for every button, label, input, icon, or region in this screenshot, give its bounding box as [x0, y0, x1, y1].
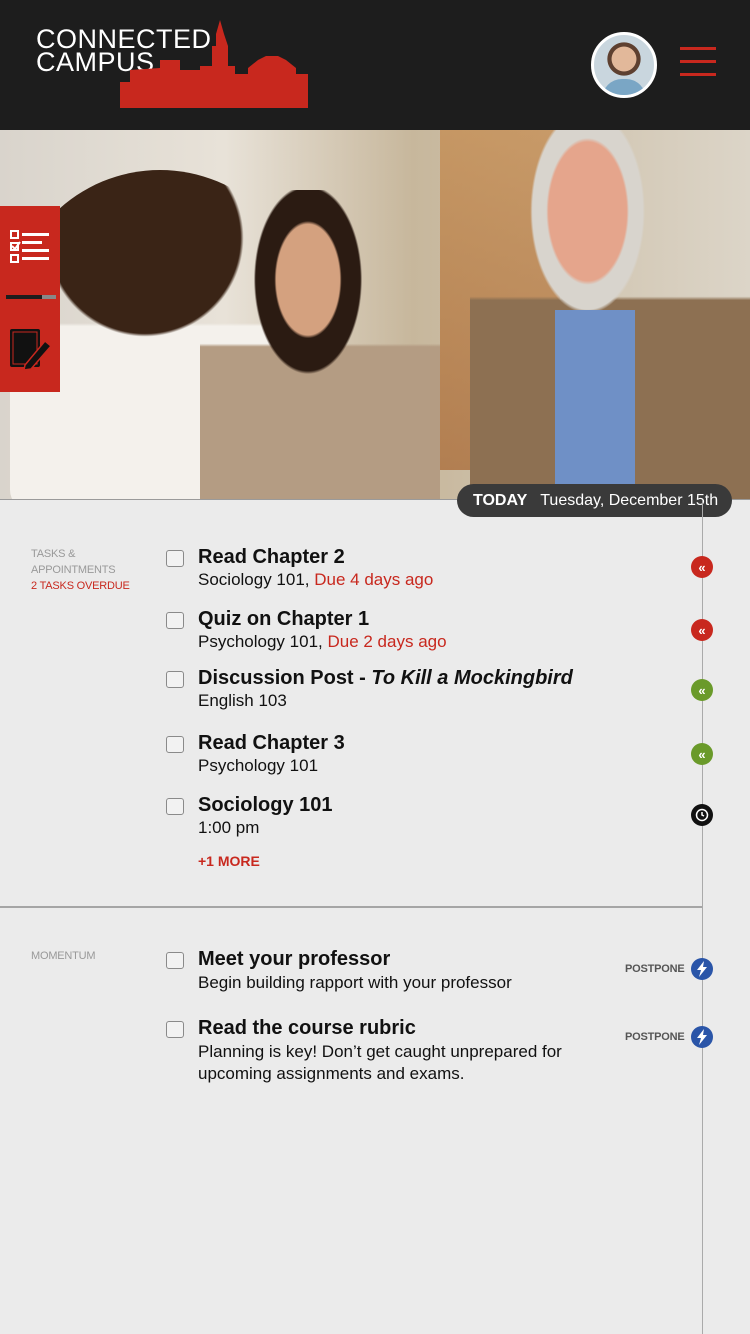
momentum-desc: Begin building rapport with your profess… — [198, 973, 512, 992]
date-pill: TODAY Tuesday, December 15th — [457, 484, 732, 517]
checklist-icon — [10, 230, 49, 263]
momentum-desc: Planning is key! Don’t get caught unprep… — [198, 1042, 562, 1083]
lightning-icon[interactable] — [691, 1026, 713, 1048]
task-checkbox[interactable] — [166, 671, 184, 688]
due-label: Due 4 days ago — [314, 570, 434, 589]
momentum-title[interactable]: Read the course rubric — [198, 1017, 416, 1040]
task-subtitle: Sociology 101, Due 4 days ago — [198, 570, 434, 589]
task-checkbox[interactable] — [166, 798, 184, 815]
due-label: Due 2 days ago — [327, 632, 447, 651]
double-chevron-left-icon[interactable]: « — [691, 743, 713, 765]
hero-photo — [0, 130, 750, 500]
task-checkbox[interactable] — [166, 550, 184, 567]
today-label: TODAY — [473, 491, 528, 509]
current-date: Tuesday, December 15th — [540, 491, 719, 509]
hamburger-icon[interactable] — [680, 47, 716, 79]
user-avatar[interactable] — [591, 32, 657, 98]
tasks-tab[interactable] — [0, 208, 60, 288]
clock-icon[interactable] — [691, 804, 713, 826]
campus-skyline-icon — [120, 20, 308, 108]
double-chevron-left-icon[interactable]: « — [691, 556, 713, 578]
momentum-section-label: MOMENTUM — [31, 950, 96, 962]
task-title[interactable]: Sociology 101 — [198, 794, 333, 817]
section-separator — [0, 906, 702, 908]
app-header: CONNECTED CAMPUS — [0, 0, 750, 130]
tab-divider — [6, 295, 56, 299]
tasks-section-label: TASKS & APPOINTMENTS 2 TASKS OVERDUE — [31, 548, 130, 592]
notebook-pencil-icon — [10, 329, 53, 371]
connected-campus-logo[interactable]: CONNECTED CAMPUS — [36, 20, 316, 110]
double-chevron-left-icon[interactable]: « — [691, 619, 713, 641]
momentum-checkbox[interactable] — [166, 952, 184, 969]
task-title[interactable]: Discussion Post - To Kill a Mockingbird — [198, 667, 573, 690]
task-subtitle: English 103 — [198, 691, 287, 710]
momentum-title[interactable]: Meet your professor — [198, 948, 390, 971]
double-chevron-left-icon[interactable]: « — [691, 679, 713, 701]
task-subtitle: Psychology 101 — [198, 756, 319, 775]
task-checkbox[interactable] — [166, 736, 184, 753]
task-title[interactable]: Quiz on Chapter 1 — [198, 608, 369, 631]
task-title[interactable]: Read Chapter 2 — [198, 546, 345, 569]
postpone-button[interactable]: POSTPONE — [625, 1031, 685, 1043]
momentum-checkbox[interactable] — [166, 1021, 184, 1038]
postpone-button[interactable]: POSTPONE — [625, 963, 685, 975]
appointment-time: 1:00 pm — [198, 818, 260, 837]
overdue-count: 2 TASKS OVERDUE — [31, 580, 130, 592]
task-title[interactable]: Read Chapter 3 — [198, 732, 345, 755]
lightning-icon[interactable] — [691, 958, 713, 980]
task-subtitle: Psychology 101, Due 2 days ago — [198, 632, 447, 651]
side-tabs — [0, 206, 60, 392]
task-checkbox[interactable] — [166, 612, 184, 629]
more-tasks-link[interactable]: +1 MORE — [198, 853, 260, 869]
notes-tab[interactable] — [0, 309, 60, 389]
